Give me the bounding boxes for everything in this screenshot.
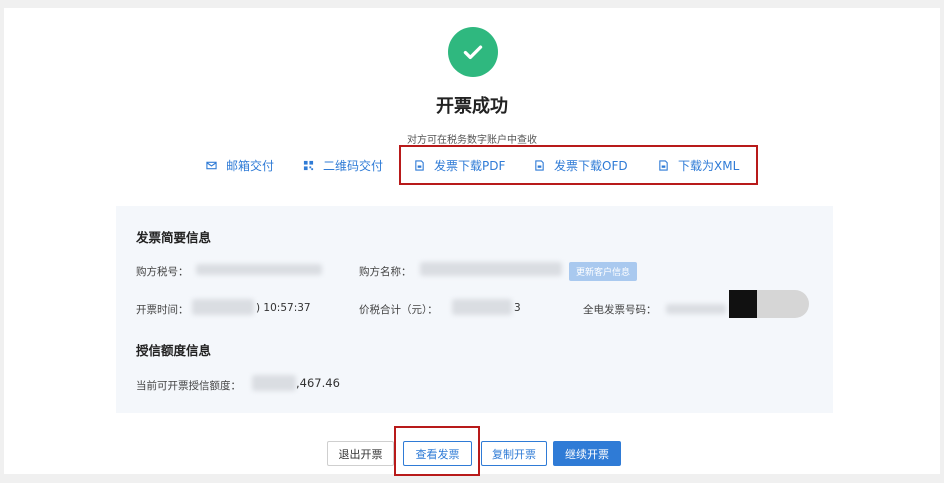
view-invoice-highlight-box — [394, 426, 480, 476]
mail-icon — [206, 160, 217, 171]
page-subtitle: 对方可在税务数字账户中查收 — [407, 135, 537, 146]
credit-section-title: 授信额度信息 — [136, 343, 212, 358]
exit-invoicing-button[interactable]: 退出开票 — [327, 441, 394, 466]
invoice-number-redaction-dark — [729, 290, 757, 318]
buyer-tax-label: 购方税号： — [136, 266, 189, 278]
total-amount-redacted — [452, 299, 512, 315]
copy-invoice-button[interactable]: 复制开票 — [481, 441, 547, 466]
download-highlight-box — [399, 145, 758, 185]
page-title: 开票成功 — [436, 96, 508, 117]
invoice-number-redaction-light — [757, 290, 809, 318]
credit-amount-value: ,467.46 — [296, 376, 340, 390]
update-customer-button[interactable]: 更新客户信息 — [569, 262, 637, 281]
invoice-time-date-redacted — [192, 299, 254, 315]
invoice-time-value: ) 10:57:37 — [256, 302, 311, 314]
summary-section-title: 发票简要信息 — [136, 230, 212, 245]
total-amount-label: 价税合计（元）： — [359, 304, 438, 316]
invoice-number-redacted — [666, 304, 726, 314]
success-check-icon — [448, 27, 498, 77]
qrcode-delivery-link[interactable]: 二维码交付 — [303, 157, 383, 173]
invoice-number-label: 全电发票号码： — [583, 304, 657, 316]
buyer-tax-value-redacted — [196, 264, 322, 275]
qrcode-icon — [303, 160, 314, 171]
credit-amount-label: 当前可开票授信额度： — [136, 380, 241, 392]
email-delivery-link[interactable]: 邮箱交付 — [206, 157, 274, 173]
email-delivery-label: 邮箱交付 — [226, 158, 275, 173]
continue-invoicing-button[interactable]: 继续开票 — [553, 441, 621, 466]
credit-amount-redacted — [252, 375, 296, 391]
qrcode-delivery-label: 二维码交付 — [323, 158, 384, 173]
buyer-name-value-redacted — [420, 262, 562, 276]
invoice-time-label: 开票时间： — [136, 304, 189, 316]
total-amount-suffix: 3 — [514, 302, 521, 314]
buyer-name-label: 购方名称： — [359, 266, 412, 278]
